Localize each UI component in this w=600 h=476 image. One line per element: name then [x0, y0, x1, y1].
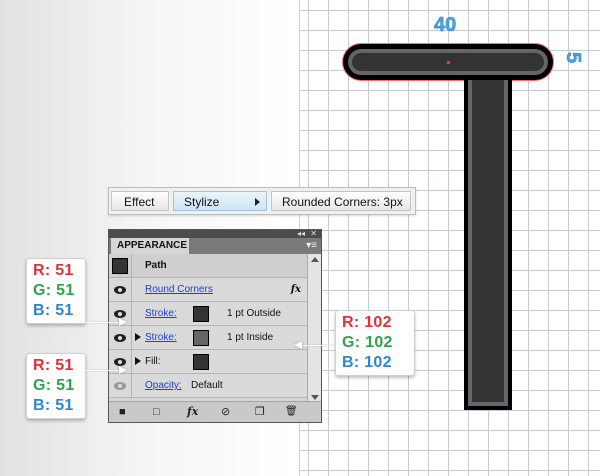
pointer-arrow-icon [119, 366, 127, 374]
visibility-toggle[interactable] [109, 326, 132, 349]
scroll-down-icon[interactable] [311, 395, 319, 400]
panel-tab-row: APPEARANCE ▾≡ [109, 238, 321, 254]
menu-effect[interactable]: Effect [111, 191, 169, 211]
clear-appearance-icon[interactable]: ⊘ [221, 405, 230, 419]
appearance-list: Path Round Corners fx Stroke: 1 pt Outsi… [109, 254, 321, 404]
green-value: G: 51 [33, 282, 75, 299]
eye-icon [114, 309, 126, 318]
blue-value: B: 51 [33, 302, 74, 319]
opacity-value: Default [191, 380, 223, 391]
fill-swatch[interactable] [193, 354, 209, 370]
blue-value: B: 102 [342, 354, 392, 371]
opacity-link[interactable]: Opacity: [145, 374, 182, 397]
panel-menu-icon[interactable]: ▾≡ [306, 240, 317, 252]
rgb-callout-fill: R: 51 G: 51 B: 51 [26, 353, 86, 419]
eye-icon [114, 381, 126, 390]
add-new-effect-icon[interactable]: fx [187, 405, 198, 419]
pointer-arrow-icon [294, 341, 302, 349]
eye-icon [114, 285, 126, 294]
panel-footer-toolbar: ■ □ fx ⊘ ❐ 🗑 [109, 401, 321, 422]
blue-value: B: 51 [33, 397, 74, 414]
fill-label: Fill: [145, 356, 161, 367]
appearance-row-opacity[interactable]: Opacity: Default [109, 374, 307, 398]
stroke-inside-swatch[interactable] [193, 330, 209, 346]
width-dimension-label: 40 [434, 14, 457, 37]
red-value: R: 51 [33, 357, 74, 374]
path-label: Path [145, 260, 167, 271]
height-dimension-label: 5 [562, 52, 585, 64]
expand-triangle-icon[interactable] [135, 333, 141, 341]
vertical-rectangle-shape[interactable] [464, 80, 512, 410]
path-thumbnail-icon [112, 257, 128, 274]
green-value: G: 102 [342, 334, 393, 351]
visibility-toggle[interactable] [109, 278, 132, 301]
submenu-arrow-icon [255, 198, 260, 206]
fx-icon[interactable]: fx [291, 278, 301, 301]
panel-title-strip[interactable]: ◂◂ ✕ [109, 229, 321, 238]
tab-appearance[interactable]: APPEARANCE [111, 238, 189, 254]
add-new-fill-icon[interactable]: □ [153, 405, 160, 419]
eye-icon [114, 357, 126, 366]
appearance-row-path[interactable]: Path [109, 254, 307, 278]
stroke-outside-swatch[interactable] [193, 306, 209, 322]
panel-scrollbar[interactable] [307, 254, 321, 404]
effect-menu-path: Effect Stylize Rounded Corners: 3px [108, 187, 416, 215]
duplicate-item-icon[interactable]: ❐ [255, 405, 265, 419]
pointer-arrow-icon [119, 318, 127, 326]
red-value: R: 51 [33, 262, 74, 279]
stroke-inside-value: 1 pt Inside [227, 332, 274, 343]
appearance-row-round-corners[interactable]: Round Corners fx [109, 278, 307, 302]
red-value: R: 102 [342, 314, 392, 331]
menu-stylize[interactable]: Stylize [173, 191, 267, 211]
pointer-line [300, 345, 334, 346]
green-value: G: 51 [33, 377, 75, 394]
appearance-row-stroke-inside[interactable]: Stroke: 1 pt Inside [109, 326, 307, 350]
close-icon[interactable]: ✕ [310, 229, 317, 238]
visibility-toggle[interactable] [109, 374, 132, 397]
add-new-stroke-icon[interactable]: ■ [119, 405, 126, 419]
menu-rounded-corners[interactable]: Rounded Corners: 3px [271, 191, 411, 211]
shape-center-point [447, 61, 450, 64]
trash-icon[interactable]: 🗑 [285, 405, 298, 419]
stroke-outside-link[interactable]: Stroke: [145, 302, 177, 325]
pointer-line [85, 322, 121, 323]
expand-triangle-icon[interactable] [135, 357, 141, 365]
eye-icon [114, 333, 126, 342]
stroke-inside-link[interactable]: Stroke: [145, 326, 177, 349]
appearance-row-fill[interactable]: Fill: [109, 350, 307, 374]
appearance-panel: ◂◂ ✕ APPEARANCE ▾≡ Path Round Corners fx… [108, 229, 322, 423]
scroll-up-icon[interactable] [311, 257, 319, 262]
rgb-callout-stroke-outside: R: 51 G: 51 B: 51 [26, 258, 86, 324]
path-thumbnail-cell [109, 254, 132, 277]
menu-stylize-label: Stylize [184, 195, 220, 209]
appearance-row-stroke-outside[interactable]: Stroke: 1 pt Outside [109, 302, 307, 326]
round-corners-link[interactable]: Round Corners [145, 278, 213, 301]
collapse-icon[interactable]: ◂◂ [297, 229, 305, 238]
pointer-line [85, 370, 121, 371]
rgb-callout-stroke-inside: R: 102 G: 102 B: 102 [335, 310, 415, 376]
stroke-outside-value: 1 pt Outside [227, 308, 281, 319]
